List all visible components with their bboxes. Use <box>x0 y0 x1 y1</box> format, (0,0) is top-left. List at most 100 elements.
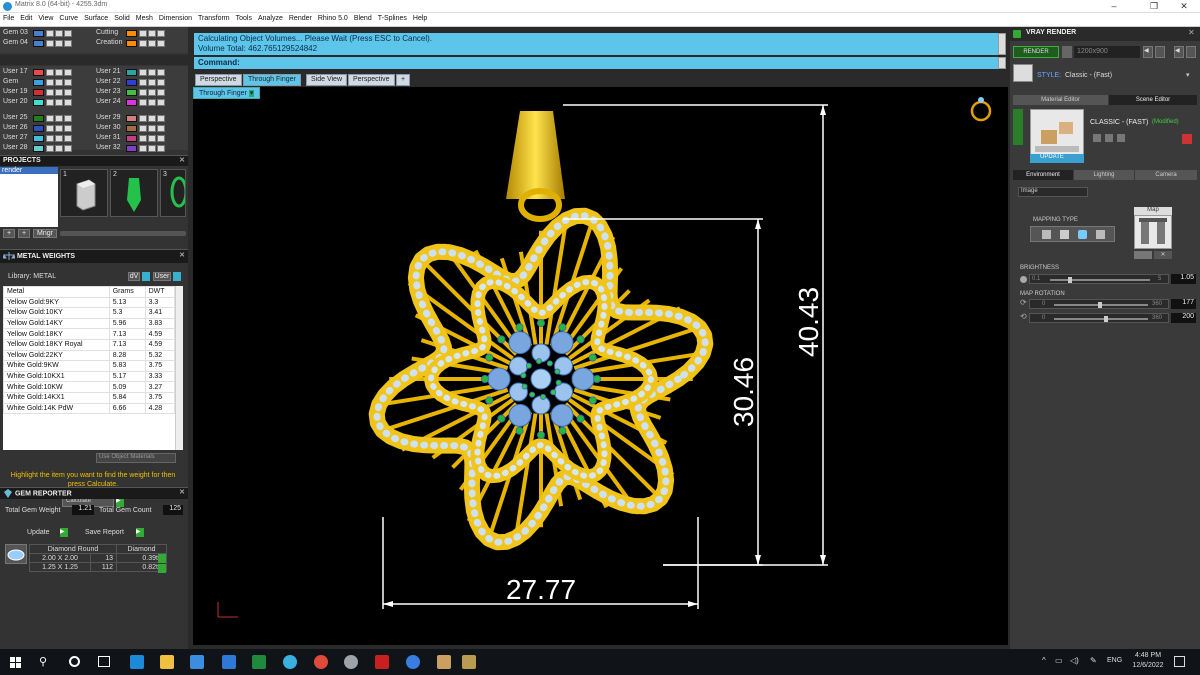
viewport-dropdown-icon[interactable]: ▾ <box>248 90 255 97</box>
matrix-icon[interactable] <box>375 655 389 669</box>
layer-color-swatch[interactable] <box>126 69 137 76</box>
layer-visibility-icon[interactable] <box>46 145 54 152</box>
command-line[interactable]: Command: <box>194 57 998 69</box>
layer-lock-icon[interactable] <box>148 40 156 47</box>
layer-lock-icon[interactable] <box>55 145 63 152</box>
layer-select-icon[interactable] <box>64 115 72 122</box>
gem-row-go-icon[interactable] <box>158 554 166 563</box>
menu-help[interactable]: Help <box>410 13 430 24</box>
layer-color-swatch[interactable] <box>126 89 137 96</box>
layer-name[interactable]: User 24 <box>96 98 121 105</box>
layer-name[interactable]: User 25 <box>3 114 28 121</box>
tab-camera[interactable]: Camera <box>1135 170 1197 180</box>
menu-edit[interactable]: Edit <box>17 13 35 24</box>
layer-visibility-icon[interactable] <box>46 30 54 37</box>
project-thumb-2[interactable]: 2 <box>110 169 158 217</box>
projects-scrollbar[interactable] <box>60 231 186 236</box>
frame-back-button[interactable]: ◀ <box>1143 46 1153 58</box>
menu-analyze[interactable]: Analyze <box>255 13 286 24</box>
layer-visibility-icon[interactable] <box>46 40 54 47</box>
layer-select-icon[interactable] <box>157 79 165 86</box>
project-item[interactable]: render <box>0 167 58 174</box>
frame-button[interactable] <box>1155 46 1165 58</box>
layer-color-swatch[interactable] <box>126 145 137 152</box>
layer-select-icon[interactable] <box>64 30 72 37</box>
style-value[interactable]: Classic - (Fast) <box>1065 72 1112 79</box>
layer-visibility-icon[interactable] <box>139 30 147 37</box>
layer-name[interactable]: Gem 04 <box>3 39 28 46</box>
layer-name[interactable]: User 29 <box>96 114 121 121</box>
layer-select-icon[interactable] <box>157 125 165 132</box>
layer-select-icon[interactable] <box>64 135 72 142</box>
layer-name[interactable]: User 32 <box>96 144 121 151</box>
metal-row[interactable]: White Gold:10KX1 5.17 3.33 <box>3 370 176 383</box>
layer-name[interactable]: User 28 <box>3 144 28 151</box>
menu-render[interactable]: Render <box>286 13 315 24</box>
metal-weights-close-icon[interactable]: ✕ <box>179 251 185 259</box>
layer-color-swatch[interactable] <box>126 125 137 132</box>
metal-row[interactable]: White Gold:14K PdW 6.66 4.28 <box>3 402 176 415</box>
layer-color-swatch[interactable] <box>33 40 44 47</box>
chrome-icon[interactable] <box>314 655 328 669</box>
save-report-button[interactable]: Save Report <box>85 529 124 536</box>
task-view-icon[interactable] <box>98 656 110 667</box>
tab-through-finger[interactable]: Through Finger <box>243 74 301 86</box>
vray-close-icon[interactable]: ✕ <box>1188 28 1195 37</box>
menu-transform[interactable]: Transform <box>195 13 233 24</box>
layer-select-icon[interactable] <box>64 40 72 47</box>
layer-color-swatch[interactable] <box>126 135 137 142</box>
layer-color-swatch[interactable] <box>126 30 137 37</box>
layer-color-swatch[interactable] <box>33 115 44 122</box>
clock-time[interactable]: 4:48 PM <box>1133 652 1163 659</box>
menu-surface[interactable]: Surface <box>81 13 111 24</box>
rhino-icon[interactable] <box>344 655 358 669</box>
language-indicator[interactable]: ENG <box>1107 657 1122 664</box>
layer-visibility-icon[interactable] <box>46 99 54 106</box>
layer-color-swatch[interactable] <box>126 99 137 106</box>
col-grams[interactable]: Grams <box>108 286 146 298</box>
layer-name[interactable]: User 20 <box>3 98 28 105</box>
layer-select-icon[interactable] <box>157 145 165 152</box>
save-report-go-icon[interactable]: ▶ <box>136 528 144 537</box>
layer-lock-icon[interactable] <box>55 79 63 86</box>
update-go-icon[interactable]: ▶ <box>60 528 68 537</box>
tool-icon-2[interactable] <box>462 655 476 669</box>
app-icon[interactable] <box>283 655 297 669</box>
metal-row[interactable]: Yellow Gold:10KY 5.3 3.41 <box>3 307 176 319</box>
network-icon[interactable]: ▭ <box>1055 656 1063 665</box>
minimize-button[interactable]: – <box>1100 0 1128 13</box>
command-line-scroll[interactable] <box>998 57 1006 69</box>
layer-lock-icon[interactable] <box>148 99 156 106</box>
layer-color-swatch[interactable] <box>33 69 44 76</box>
clock-date[interactable]: 12/6/2022 <box>1130 662 1166 669</box>
layer-lock-icon[interactable] <box>55 69 63 76</box>
tray-chevron-icon[interactable]: ^ <box>1042 656 1046 665</box>
layer-select-icon[interactable] <box>64 125 72 132</box>
menu-tsplines[interactable]: T-Splines <box>375 13 410 24</box>
tab-environment[interactable]: Environment <box>1013 170 1073 180</box>
map-thumbnail[interactable] <box>1134 215 1172 249</box>
layer-color-swatch[interactable] <box>33 125 44 132</box>
layer-color-swatch[interactable] <box>33 79 44 86</box>
layer-lock-icon[interactable] <box>55 99 63 106</box>
layer-visibility-icon[interactable] <box>139 89 147 96</box>
map-edit-icon[interactable] <box>1134 251 1152 259</box>
map-clear-icon[interactable]: ✕ <box>1154 251 1172 259</box>
metal-row[interactable]: White Gold:9KW 5.83 3.75 <box>3 360 176 372</box>
settings-button[interactable]: ◀ <box>1174 46 1184 58</box>
library-dv-toggle[interactable] <box>142 272 150 281</box>
layer-lock-icon[interactable] <box>148 145 156 152</box>
metal-row[interactable]: Yellow Gold:14KY 5.96 3.83 <box>3 317 176 330</box>
col-dwt[interactable]: DWT <box>144 286 176 298</box>
project-thumb-3[interactable]: 3 <box>160 169 188 217</box>
layer-select-icon[interactable] <box>157 99 165 106</box>
mapping-plane-icon[interactable] <box>1042 230 1051 239</box>
pen-icon[interactable]: ✎ <box>1090 656 1097 665</box>
ring-icon[interactable] <box>970 97 992 122</box>
style-dropdown-icon[interactable]: ▾ <box>1186 71 1190 79</box>
manager-button[interactable]: Mngr <box>33 229 57 238</box>
tab-material-editor[interactable]: Material Editor <box>1013 95 1108 105</box>
menu-solid[interactable]: Solid <box>111 13 133 24</box>
metal-table-scrollbar[interactable] <box>175 286 183 450</box>
menu-file[interactable]: File <box>0 13 17 24</box>
